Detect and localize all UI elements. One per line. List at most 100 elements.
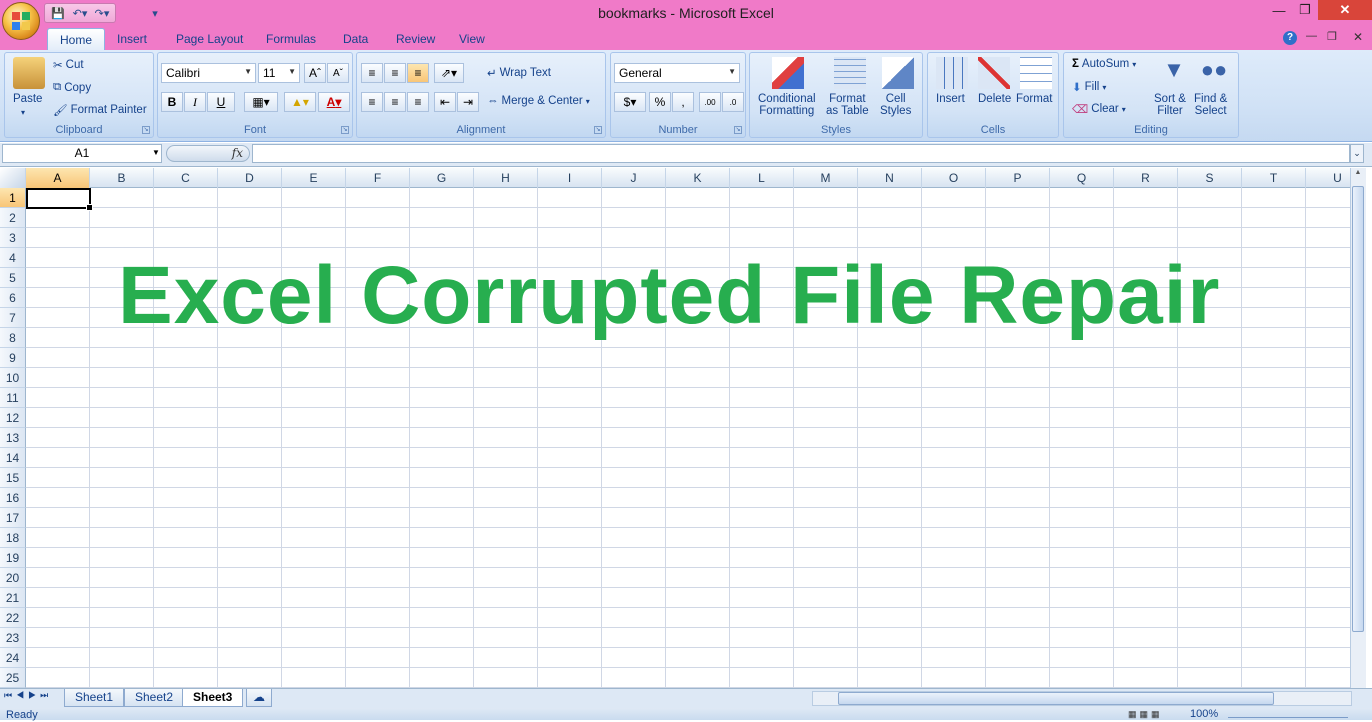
row-header-4[interactable]: 4 [0,248,26,268]
number-launcher-icon[interactable]: ↘ [734,126,742,134]
sheet-tab-2[interactable]: Sheet2 [124,689,185,707]
format-button[interactable]: Format [1016,93,1052,105]
name-box-dropdown-icon[interactable]: ▼ [152,148,160,157]
row-header-20[interactable]: 20 [0,568,26,588]
row-header-10[interactable]: 10 [0,368,26,388]
decrease-decimal-icon[interactable]: .0 [722,92,744,112]
column-header-q[interactable]: Q [1050,168,1114,188]
merge-center-button[interactable]: ⇔ Merge & Center ▾ [487,95,590,107]
font-size-select[interactable]: 11 ▼ [258,63,300,83]
row-header-23[interactable]: 23 [0,628,26,648]
grow-font-icon[interactable]: Aˆ [304,63,326,83]
restore-button[interactable]: ❐ [1292,0,1318,20]
expand-formula-bar-icon[interactable]: ⌄ [1350,144,1364,163]
sheet-tab-1[interactable]: Sheet1 [64,689,125,707]
row-header-1[interactable]: 1 [0,188,26,208]
ribbon-minimize-icon[interactable]: — [1306,30,1317,42]
column-header-h[interactable]: H [474,168,538,188]
column-header-r[interactable]: R [1114,168,1178,188]
active-cell-a1[interactable] [26,188,93,211]
view-buttons-icon[interactable]: ▦▦▦ [1128,709,1188,720]
orientation-icon[interactable]: ⇗▾ [434,63,464,83]
paste-button[interactable]: Paste [13,93,42,105]
column-header-f[interactable]: F [346,168,410,188]
borders-icon[interactable]: ▦▾ [244,92,278,112]
close-button[interactable]: ✕ [1318,0,1372,20]
column-header-o[interactable]: O [922,168,986,188]
zoom-level[interactable]: 100% [1190,708,1218,720]
delete-button[interactable]: Delete [978,93,1011,105]
row-header-18[interactable]: 18 [0,528,26,548]
worksheet-grid[interactable]: ABCDEFGHIJKLMNOPQRSTU 1 2 3 4 5 6 7 8 9 10 11 12 13 1… [0,168,1350,688]
row-header-11[interactable]: 11 [0,388,26,408]
copy-button[interactable]: ⧉ Copy [53,81,91,94]
row-header-16[interactable]: 16 [0,488,26,508]
font-launcher-icon[interactable]: ↘ [341,126,349,134]
paste-icon[interactable] [13,57,45,89]
office-button[interactable] [2,2,40,40]
horizontal-scroll-thumb[interactable] [838,692,1274,705]
tab-data[interactable]: Data [331,28,380,50]
sheet-nav-icon[interactable]: ⏮◀▶⏭ [4,690,52,701]
row-header-12[interactable]: 12 [0,408,26,428]
row-header-22[interactable]: 22 [0,608,26,628]
column-header-u[interactable]: U [1306,168,1350,188]
minimize-button[interactable]: — [1266,0,1292,20]
column-header-c[interactable]: C [154,168,218,188]
help-icon[interactable]: ? [1283,31,1297,45]
column-header-p[interactable]: P [986,168,1050,188]
currency-button[interactable]: $ ▾ [614,92,646,112]
sheet-tab-3[interactable]: Sheet3 [182,689,244,707]
italic-button[interactable]: I [184,92,206,112]
increase-decimal-icon[interactable]: .00 [699,92,721,112]
row-header-24[interactable]: 24 [0,648,26,668]
redo-icon[interactable]: ↷▾ [93,5,111,21]
conditional-formatting-button[interactable]: Conditional Formatting [758,93,816,117]
fill-button[interactable]: ⬇ Fill ▾ [1072,80,1106,94]
tab-view[interactable]: View [447,28,497,50]
clear-button[interactable]: ⌫ Clear ▾ [1072,102,1126,116]
name-box[interactable]: A1 [2,144,162,163]
column-header-l[interactable]: L [730,168,794,188]
row-header-2[interactable]: 2 [0,208,26,228]
row-header-19[interactable]: 19 [0,548,26,568]
row-header-13[interactable]: 13 [0,428,26,448]
alignment-launcher-icon[interactable]: ↘ [594,126,602,134]
row-header-5[interactable]: 5 [0,268,26,288]
ribbon-close-icon[interactable]: ✕ [1353,30,1363,44]
column-header-d[interactable]: D [218,168,282,188]
vertical-scroll-thumb[interactable] [1352,186,1364,632]
insert-button[interactable]: Insert [936,93,965,105]
column-header-i[interactable]: I [538,168,602,188]
align-left-icon[interactable]: ≡ [361,92,383,112]
row-header-8[interactable]: 8 [0,328,26,348]
ribbon-restore-icon[interactable]: ❐ [1327,30,1337,43]
tab-insert[interactable]: Insert [105,28,159,50]
row-header-9[interactable]: 9 [0,348,26,368]
decrease-indent-icon[interactable]: ⇤ [434,92,456,112]
column-header-j[interactable]: J [602,168,666,188]
wrap-text-button[interactable]: ↵ Wrap Text [487,66,551,80]
align-top-icon[interactable]: ≡ [361,63,383,83]
increase-indent-icon[interactable]: ⇥ [457,92,479,112]
align-middle-icon[interactable]: ≡ [384,63,406,83]
row-header-15[interactable]: 15 [0,468,26,488]
row-header-14[interactable]: 14 [0,448,26,468]
insert-sheet-icon[interactable]: ☁ [246,689,272,707]
zoom-slider[interactable] [1228,708,1348,718]
column-header-t[interactable]: T [1242,168,1306,188]
bold-button[interactable]: B [161,92,183,112]
fill-color-icon[interactable]: ▲▾ [284,92,316,112]
tab-review[interactable]: Review [384,28,447,50]
align-bottom-icon[interactable]: ≡ [407,63,429,83]
percent-button[interactable]: % [649,92,671,112]
autosum-button[interactable]: Σ AutoSum ▾ [1072,58,1136,70]
column-header-a[interactable]: A [26,168,90,188]
row-header-3[interactable]: 3 [0,228,26,248]
column-header-b[interactable]: B [90,168,154,188]
formula-input[interactable] [252,144,1350,163]
font-color-button[interactable]: A ▾ [318,92,350,112]
underline-button[interactable]: U [207,92,235,112]
column-header-n[interactable]: N [858,168,922,188]
number-format-select[interactable]: General ▼ [614,63,740,83]
